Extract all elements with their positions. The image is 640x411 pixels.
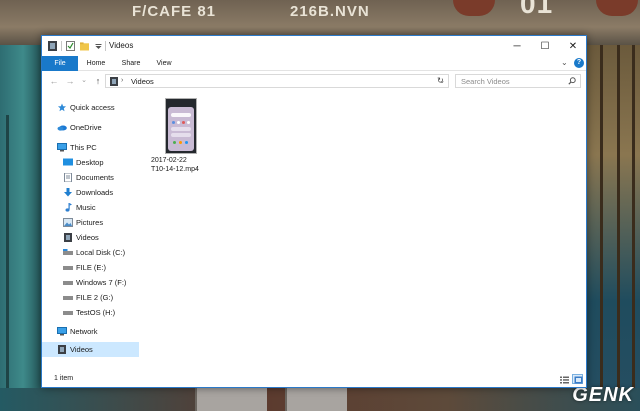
onedrive-icon — [57, 125, 67, 131]
video-thumbnail-icon — [165, 98, 197, 154]
nav-item-music[interactable]: Music — [42, 200, 139, 215]
nav-item-desktop[interactable]: Desktop — [42, 155, 139, 170]
forward-button[interactable]: → — [65, 75, 75, 87]
nav-item-file-e[interactable]: FILE (E:) — [42, 260, 139, 275]
refresh-button[interactable]: ↻ — [437, 76, 444, 85]
drive-icon — [63, 311, 73, 315]
close-button[interactable]: ✕ — [560, 36, 586, 56]
file-item[interactable]: 2017-02-22 T10-14-12.mp4 — [151, 96, 211, 186]
video-folder-icon — [48, 41, 57, 51]
title-bar[interactable]: Videos ─ ☐ ✕ — [42, 36, 586, 56]
nav-item-onedrive[interactable]: OneDrive — [42, 120, 139, 135]
back-button[interactable]: ← — [49, 75, 59, 87]
new-folder-icon[interactable] — [80, 41, 89, 51]
nav-item-file2-g[interactable]: FILE 2 (G:) — [42, 290, 139, 305]
file-list-area[interactable]: 2017-02-22 T10-14-12.mp4 — [139, 91, 586, 371]
drive-icon — [63, 266, 73, 270]
window-title: Videos — [109, 41, 134, 50]
file-explorer-window: Videos ─ ☐ ✕ File Home Share View ⌄ ? ← … — [41, 35, 587, 388]
music-icon — [65, 203, 72, 212]
help-icon[interactable]: ? — [574, 58, 584, 68]
nav-item-videos[interactable]: Videos — [42, 230, 139, 245]
large-icons-view-icon — [574, 376, 583, 384]
videos-icon — [58, 345, 66, 354]
background-teal-shutter — [0, 45, 42, 411]
ribbon-tabs: File Home Share View ⌄ ? — [42, 56, 586, 71]
up-button[interactable]: ↑ — [93, 75, 103, 87]
documents-icon — [64, 173, 72, 182]
address-bar[interactable]: › Videos ⌄ — [105, 74, 449, 88]
search-placeholder: Search Videos — [461, 77, 510, 86]
video-folder-icon — [110, 77, 118, 86]
network-icon — [57, 327, 67, 336]
drive-icon — [63, 296, 73, 300]
tab-home[interactable]: Home — [80, 56, 112, 71]
file-name-line2: T10-14-12.mp4 — [151, 166, 199, 173]
videos-icon — [64, 233, 72, 242]
details-view-button[interactable] — [558, 374, 569, 384]
address-path[interactable]: Videos — [131, 77, 154, 86]
navigation-pane: Quick access OneDrive This PC Desktop Do… — [42, 91, 139, 371]
path-separator-icon[interactable]: › — [121, 77, 123, 84]
file-name[interactable]: 2017-02-22 T10-14-12.mp4 — [151, 156, 215, 174]
properties-icon[interactable] — [66, 41, 75, 51]
background-sign-text: 216B.NVN — [290, 3, 370, 20]
tab-file[interactable]: File — [42, 56, 78, 71]
nav-item-quick-access[interactable]: Quick access — [42, 100, 139, 115]
nav-item-documents[interactable]: Documents — [42, 170, 139, 185]
nav-item-downloads[interactable]: Downloads — [42, 185, 139, 200]
large-icons-view-button[interactable] — [572, 374, 583, 384]
computer-icon — [57, 143, 67, 152]
drive-icon — [63, 249, 73, 255]
nav-item-network[interactable]: Network — [42, 324, 139, 339]
tab-view[interactable]: View — [149, 56, 179, 71]
pictures-icon — [63, 218, 73, 227]
file-name-line1: 2017-02-22 — [151, 157, 187, 164]
background-sign-text: 01 — [520, 0, 554, 19]
maximize-button[interactable]: ☐ — [532, 36, 558, 56]
star-icon — [57, 103, 67, 112]
desktop-icon — [63, 158, 73, 166]
details-view-icon — [560, 376, 569, 384]
nav-item-videos-selected[interactable]: Videos — [42, 342, 139, 357]
customize-toolbar-icon[interactable] — [94, 41, 103, 51]
nav-item-pictures[interactable]: Pictures — [42, 215, 139, 230]
status-bar: 1 item — [42, 371, 586, 387]
drive-icon — [63, 281, 73, 285]
nav-item-local-disk-c[interactable]: Local Disk (C:) — [42, 245, 139, 260]
downloads-icon — [64, 188, 72, 197]
expand-ribbon-icon[interactable]: ⌄ — [561, 58, 568, 67]
nav-item-this-pc[interactable]: This PC — [42, 140, 139, 155]
minimize-button[interactable]: ─ — [504, 36, 530, 56]
search-icon[interactable] — [568, 77, 576, 85]
item-count: 1 item — [54, 375, 74, 382]
recent-locations-button[interactable]: ⌄ — [79, 75, 89, 87]
tab-share[interactable]: Share — [115, 56, 147, 71]
address-row: ← → ⌄ ↑ › Videos ⌄ ↻ Search Videos — [42, 71, 586, 91]
nav-item-windows7-f[interactable]: Windows 7 (F:) — [42, 275, 139, 290]
nav-item-testos-h[interactable]: TestOS (H:) — [42, 305, 139, 320]
search-input[interactable]: Search Videos — [455, 74, 581, 88]
background-sign-text: F/CAFE 81 — [132, 3, 217, 20]
